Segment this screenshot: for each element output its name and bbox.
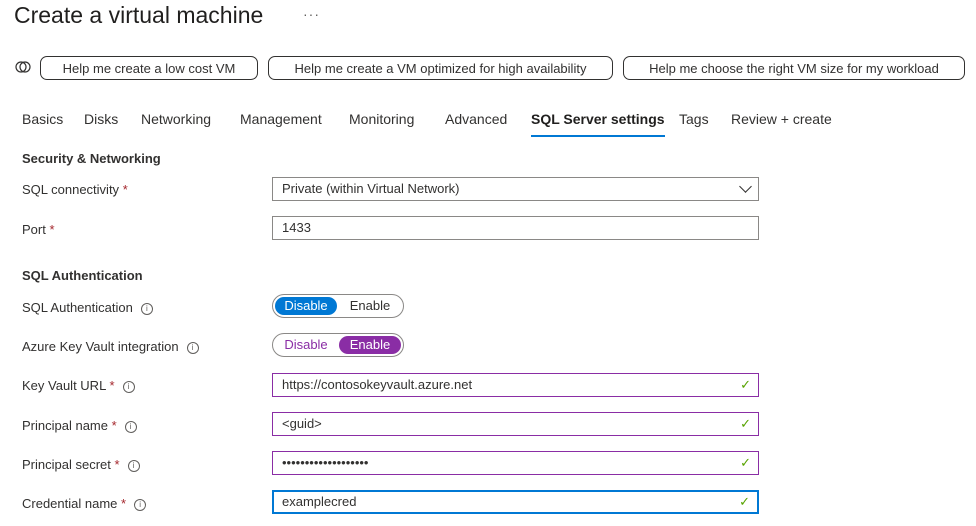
credential-name-label: Credential name * i <box>22 496 147 511</box>
tab-basics[interactable]: Basics <box>22 111 63 127</box>
azure-key-vault-toggle[interactable]: Disable Enable <box>272 333 404 357</box>
section-security-networking: Security & Networking <box>22 151 161 166</box>
principal-name-input[interactable]: <guid> ✓ <box>272 412 759 436</box>
principal-secret-label: Principal secret * i <box>22 457 140 472</box>
tab-networking[interactable]: Networking <box>141 111 211 127</box>
principal-secret-input[interactable]: ••••••••••••••••••• ✓ <box>272 451 759 475</box>
tab-monitoring[interactable]: Monitoring <box>349 111 414 127</box>
copilot-icon <box>15 61 31 73</box>
azure-key-vault-label: Azure Key Vault integration i <box>22 339 199 354</box>
tab-tags[interactable]: Tags <box>679 111 709 127</box>
info-icon[interactable]: i <box>127 459 140 472</box>
tab-management[interactable]: Management <box>240 111 322 127</box>
sql-authentication-label: SQL Authentication i <box>22 300 153 315</box>
section-sql-authentication: SQL Authentication <box>22 268 143 283</box>
key-vault-url-input[interactable]: https://contosokeyvault.azure.net ✓ <box>272 373 759 397</box>
check-icon: ✓ <box>739 494 750 509</box>
vm-size-button[interactable]: Help me choose the right VM size for my … <box>623 56 965 80</box>
enable-option[interactable]: Enable <box>339 336 401 354</box>
low-cost-vm-button[interactable]: Help me create a low cost VM <box>40 56 258 80</box>
tab-sql-server-settings[interactable]: SQL Server settings <box>531 111 665 137</box>
sql-authentication-toggle[interactable]: Disable Enable <box>272 294 404 318</box>
check-icon: ✓ <box>740 455 751 470</box>
tab-review-create[interactable]: Review + create <box>731 111 832 127</box>
info-icon[interactable]: i <box>124 420 137 433</box>
check-icon: ✓ <box>740 416 751 431</box>
high-availability-vm-button[interactable]: Help me create a VM optimized for high a… <box>268 56 613 80</box>
sql-connectivity-dropdown[interactable]: Private (within Virtual Network) <box>272 177 759 201</box>
chevron-down-icon <box>739 180 752 193</box>
port-label: Port * <box>22 222 55 237</box>
key-vault-url-label: Key Vault URL * i <box>22 378 135 393</box>
info-icon[interactable]: i <box>134 498 147 511</box>
info-icon[interactable]: i <box>186 341 199 354</box>
sql-connectivity-label: SQL connectivity * <box>22 182 128 197</box>
credential-name-input[interactable]: examplecred ✓ <box>272 490 759 514</box>
tab-advanced[interactable]: Advanced <box>445 111 507 127</box>
info-icon[interactable]: i <box>140 302 153 315</box>
check-icon: ✓ <box>740 377 751 392</box>
principal-name-label: Principal name * i <box>22 418 137 433</box>
port-input[interactable]: 1433 <box>272 216 759 240</box>
disable-option[interactable]: Disable <box>275 336 337 354</box>
disable-option[interactable]: Disable <box>275 297 337 315</box>
tab-disks[interactable]: Disks <box>84 111 118 127</box>
page-title: Create a virtual machine <box>14 2 264 28</box>
enable-option[interactable]: Enable <box>339 297 401 315</box>
info-icon[interactable]: i <box>122 380 135 393</box>
more-icon[interactable]: ··· <box>303 6 320 22</box>
